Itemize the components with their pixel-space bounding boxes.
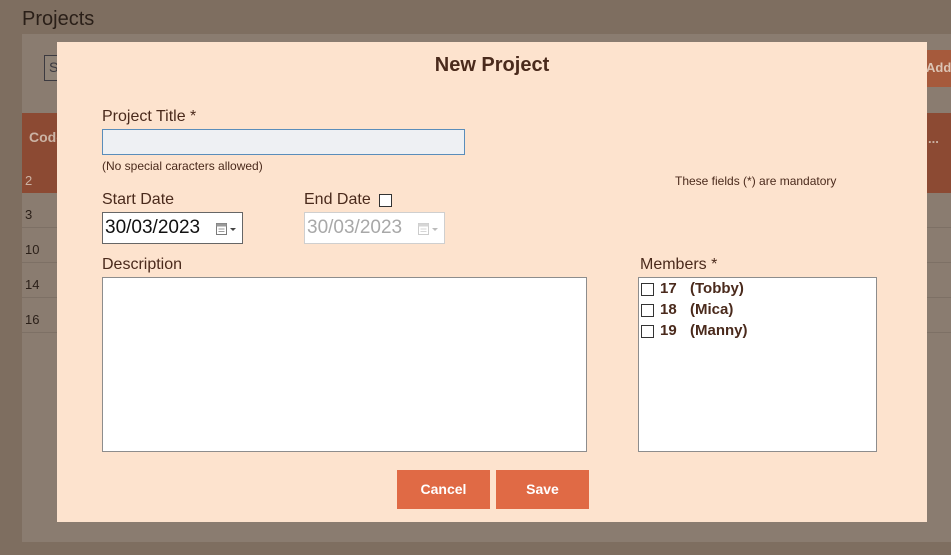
project-title-input[interactable] [102, 129, 465, 155]
column-header-more[interactable]: ... [928, 131, 939, 146]
members-list: 17 (Tobby) 18 (Mica) 19 (Manny) [638, 277, 877, 452]
mandatory-note: These fields (*) are mandatory [675, 174, 837, 188]
member-checkbox[interactable] [641, 304, 654, 317]
member-name: (Mica) [690, 301, 734, 318]
member-id: 19 [660, 322, 677, 339]
end-date-picker: 30/03/2023 [304, 212, 445, 244]
table-cell-code: 10 [25, 242, 40, 257]
member-id: 18 [660, 301, 677, 318]
end-date-label: End Date [304, 191, 371, 208]
start-date-picker[interactable]: 30/03/2023 [102, 212, 243, 244]
member-checkbox[interactable] [641, 283, 654, 296]
table-cell-code: 2 [25, 173, 33, 188]
members-label: Members * [640, 256, 718, 273]
project-title-label: Project Title * [102, 108, 197, 125]
project-title-hint: (No special caracters allowed) [102, 159, 263, 173]
table-cell-code: 14 [25, 277, 40, 292]
member-name: (Tobby) [690, 280, 744, 297]
start-date-value: 30/03/2023 [105, 217, 201, 238]
save-button[interactable]: Save [496, 470, 589, 509]
end-date-value: 30/03/2023 [307, 217, 403, 238]
description-textarea[interactable] [102, 277, 587, 452]
member-checkbox[interactable] [641, 325, 654, 338]
calendar-icon [418, 223, 438, 235]
start-date-label: Start Date [102, 191, 175, 208]
end-date-checkbox[interactable] [379, 194, 392, 207]
cancel-button[interactable]: Cancel [397, 470, 490, 509]
new-project-dialog: New Project Project Title * (No special … [57, 42, 927, 522]
calendar-icon[interactable] [216, 222, 238, 236]
member-id: 17 [660, 280, 677, 297]
table-cell-code: 3 [25, 207, 33, 222]
page-title: Projects [22, 8, 95, 30]
dialog-title: New Project [434, 54, 550, 76]
description-label: Description [102, 256, 183, 273]
table-cell-code: 16 [25, 312, 40, 327]
member-name: (Manny) [690, 322, 748, 339]
